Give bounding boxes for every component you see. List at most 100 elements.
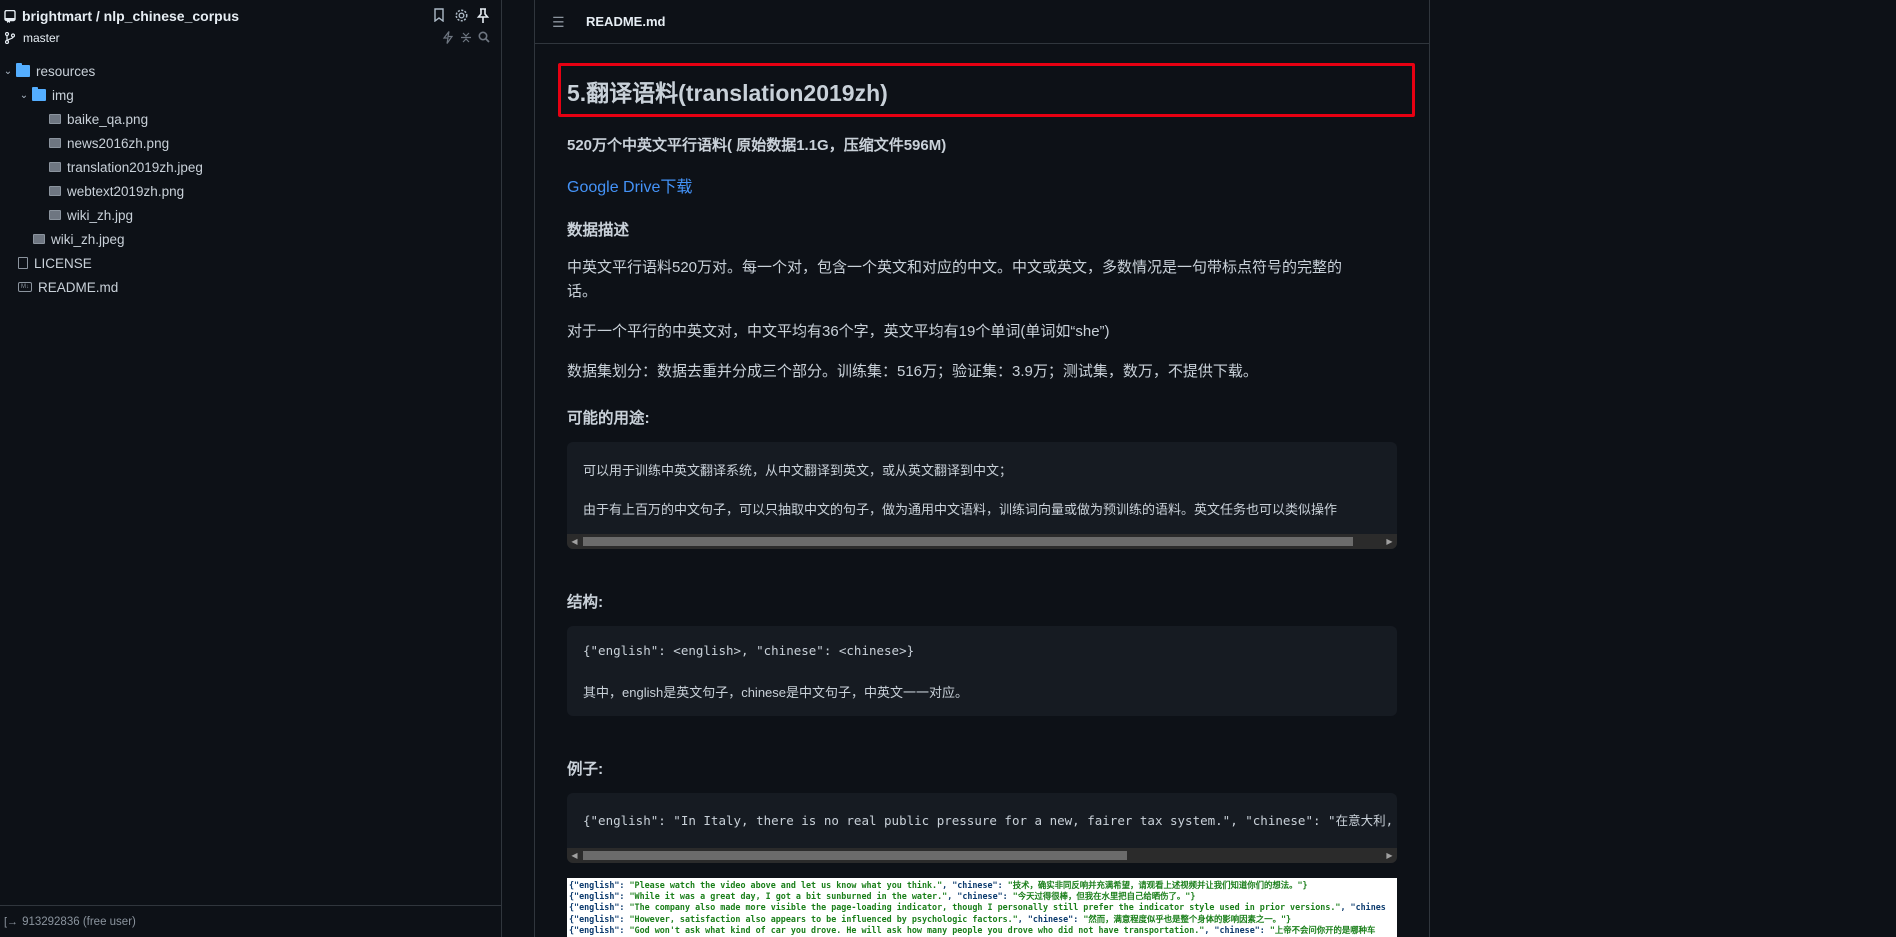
- sample-line: {"english": "Please watch the video abov…: [569, 880, 1395, 891]
- gear-icon[interactable]: [453, 8, 469, 24]
- sample-line: {"english": "The company also made more …: [569, 902, 1395, 913]
- sample-key: {"english":: [569, 880, 630, 890]
- sample-key: {"english":: [569, 902, 630, 913]
- description-paragraph-2: 对于一个平行的中英文对，中文平均有36个字，英文平均有19个单词(单词如“she…: [567, 323, 1110, 340]
- sample-line: {"english": "While it was a great day, I…: [569, 891, 1395, 902]
- tree-item-label: wiki_zh.jpg: [67, 207, 134, 223]
- tree-item-label: translation2019zh.jpeg: [67, 159, 203, 175]
- sample-key: , "chinese":: [1204, 924, 1270, 935]
- scrollbar-thumb[interactable]: [583, 537, 1353, 546]
- usage-code-block: 可以用于训练中英文翻译系统，从中文翻译到英文，或从英文翻译到中文； 由于有上百万…: [567, 442, 1397, 549]
- usage-heading: 可能的用途:: [567, 410, 650, 427]
- tree-item-wiki-zh-jpg[interactable]: wiki_zh.jpg: [0, 203, 501, 227]
- sample-chinese: "技术，确实非同反响并充满希望，请观看上述视频并让我们知道你们的想法。"}: [1007, 880, 1308, 890]
- sidebar-footer: [→ 913292836 (free user): [0, 905, 502, 937]
- tree-item-label: img: [52, 87, 74, 103]
- repo-name: brightmart / nlp_chinese_corpus: [22, 8, 240, 24]
- header-secondary-actions: [441, 31, 491, 45]
- image-file-icon: [49, 162, 61, 172]
- horizontal-scrollbar[interactable]: ◀ ▶: [567, 534, 1397, 549]
- sample-key: , "chinese":: [1017, 913, 1084, 924]
- scroll-right-icon[interactable]: ▶: [1382, 534, 1397, 549]
- collapse-icon[interactable]: [459, 31, 473, 45]
- repo-icon: [4, 9, 16, 23]
- sample-chinese: "今天过得很棒，但我在水里把自己给晒伤了。"}: [1012, 891, 1196, 902]
- description-paragraph-1-cont: 话。: [567, 283, 598, 300]
- user-label[interactable]: 913292836 (free user): [22, 916, 136, 928]
- search-icon[interactable]: [477, 31, 491, 45]
- tree-item-label: resources: [36, 63, 96, 79]
- sample-key: , "chinese":: [947, 891, 1013, 902]
- data-description-heading: 数据描述: [567, 222, 630, 239]
- sample-english: "However, satisfaction also appears to b…: [629, 913, 1018, 924]
- example-heading: 例子:: [567, 761, 604, 778]
- tree-item-label: wiki_zh.jpeg: [51, 231, 125, 247]
- tree-item-news2016zh[interactable]: news2016zh.png: [0, 131, 501, 155]
- image-file-icon: [49, 186, 61, 196]
- structure-line-1: {"english": <english>, "chinese": <chine…: [583, 643, 915, 658]
- tree-item-label: news2016zh.png: [67, 135, 170, 151]
- tree-item-wiki-zh-jpeg[interactable]: wiki_zh.jpeg: [0, 227, 501, 251]
- tree-item-webtext2019zh[interactable]: webtext2019zh.png: [0, 179, 501, 203]
- bookmark-icon[interactable]: [431, 8, 447, 24]
- sample-key: , "chines: [1340, 902, 1386, 913]
- image-file-icon: [49, 114, 61, 124]
- tree-item-baike-qa[interactable]: baike_qa.png: [0, 107, 501, 131]
- file-icon: [18, 257, 28, 269]
- scroll-left-icon[interactable]: ◀: [567, 848, 582, 863]
- sample-key: {"english":: [569, 891, 630, 902]
- tree-item-label: baike_qa.png: [67, 111, 149, 127]
- file-name: README.md: [586, 14, 666, 29]
- tree-item-translation2019zh[interactable]: translation2019zh.jpeg: [0, 155, 501, 179]
- folder-icon: [16, 63, 30, 77]
- pin-icon[interactable]: [475, 8, 491, 24]
- image-file-icon: [49, 138, 61, 148]
- tree-item-license[interactable]: LICENSE: [0, 251, 501, 275]
- image-file-icon: [33, 234, 45, 244]
- file-tree-sidebar: brightmart / nlp_chinese_corpus master ⌄…: [0, 0, 502, 937]
- tree-item-label: webtext2019zh.png: [67, 183, 185, 199]
- sample-english: "While it was a great day, I got a bit s…: [629, 891, 948, 902]
- structure-heading: 结构:: [567, 594, 604, 611]
- scroll-left-icon[interactable]: ◀: [567, 534, 582, 549]
- sample-key: {"english":: [569, 913, 630, 924]
- sample-line: {"english": "God won't ask what kind of …: [569, 925, 1395, 936]
- description-paragraph-3: 数据集划分：数据去重并分成三个部分。训练集：516万；验证集：3.9万；测试集，…: [567, 363, 1258, 380]
- lightning-icon[interactable]: [441, 31, 455, 45]
- horizontal-scrollbar[interactable]: ◀ ▶: [567, 848, 1397, 863]
- google-drive-download-link[interactable]: Google Drive下载: [567, 173, 692, 197]
- folder-icon: [32, 87, 46, 101]
- markdown-icon: M↓: [18, 282, 32, 292]
- file-header: ☰ README.md: [535, 0, 1429, 44]
- usage-line-2: 由于有上百万的中文句子，可以只抽取中文的句子，做为通用中文语料，训练词向量或做为…: [583, 502, 1338, 517]
- translation-sample-image: {"english": "Please watch the video abov…: [567, 878, 1397, 937]
- summary-text: 520万个中英文平行语料( 原始数据1.1G，压缩文件596M): [567, 137, 947, 154]
- sample-key: , "chinese":: [942, 880, 1008, 890]
- header-actions: [431, 8, 491, 24]
- branch-icon: [5, 32, 15, 44]
- branch-selector[interactable]: master: [4, 29, 493, 47]
- scroll-right-icon[interactable]: ▶: [1382, 848, 1397, 863]
- tree-item-label: README.md: [38, 279, 119, 295]
- tree-item-label: LICENSE: [34, 255, 92, 271]
- sample-chinese: "上帝不会问你开的是哪种车: [1269, 924, 1376, 935]
- tree-item-resources[interactable]: ⌄ resources: [0, 59, 501, 83]
- sample-english: "Please watch the video above and let us…: [629, 880, 943, 890]
- branch-name: master: [23, 31, 60, 45]
- repo-link[interactable]: brightmart / nlp_chinese_corpus: [4, 7, 493, 25]
- sample-english: "The company also made more visible the …: [629, 902, 1341, 913]
- chevron-down-icon[interactable]: ⌄: [2, 66, 14, 77]
- scrollbar-thumb[interactable]: [583, 851, 1127, 860]
- chevron-down-icon[interactable]: ⌄: [18, 90, 30, 101]
- sample-chinese: "然而，满意程度似乎也是整个身体的影响因素之一。"}: [1083, 913, 1292, 924]
- tree-item-readme[interactable]: M↓ README.md: [0, 275, 501, 299]
- sign-out-icon[interactable]: [→: [4, 916, 18, 928]
- file-tree: ⌄ resources ⌄ img baike_qa.png news2016z…: [0, 52, 501, 299]
- sample-english: "God won't ask what kind of car you drov…: [629, 924, 1205, 935]
- section-heading: 5.翻译语料(translation2019zh): [567, 80, 888, 106]
- image-file-icon: [49, 210, 61, 220]
- structure-line-2: 其中，english是英文句子，chinese是中文句子，中英文一一对应。: [583, 685, 969, 700]
- list-icon[interactable]: ☰: [552, 15, 568, 29]
- tree-item-img[interactable]: ⌄ img: [0, 83, 501, 107]
- readme-view: ☰ README.md 5.翻译语料(translation2019zh) 52…: [534, 0, 1430, 937]
